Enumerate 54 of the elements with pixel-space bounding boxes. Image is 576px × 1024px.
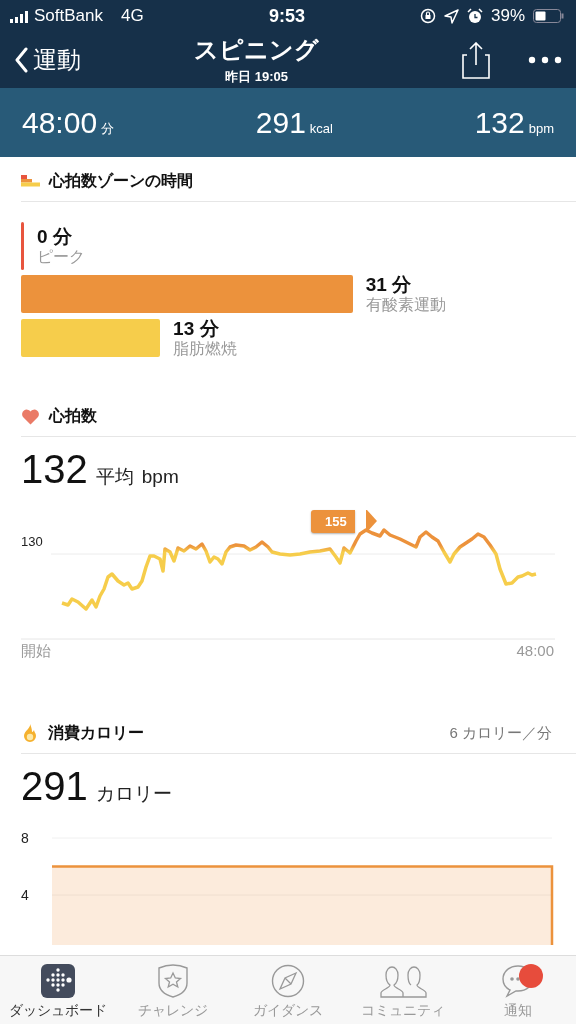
- tab-button[interactable]: コミュニティ: [345, 956, 461, 1024]
- calories-total: 291: [21, 764, 88, 810]
- peak-marker: 155: [311, 510, 355, 534]
- more-icon[interactable]: [528, 56, 562, 64]
- zone-minutes: 13 分: [173, 318, 220, 341]
- stat-unit: bpm: [528, 120, 554, 136]
- heart-icon: [21, 407, 40, 425]
- axis-tick-label: 4: [21, 887, 29, 904]
- share-icon[interactable]: [462, 41, 490, 79]
- zone-label: 有酸素運動: [365, 295, 446, 315]
- workout-time: 昨日 19:05: [225, 68, 288, 86]
- zone-minutes: 0 分: [37, 225, 73, 248]
- zones-icon: [21, 175, 40, 187]
- carrier-name: SoftBank: [34, 6, 103, 26]
- clock-time: 9:53: [269, 5, 305, 27]
- back-chevron-icon: [14, 47, 29, 73]
- network-type: 4G: [121, 6, 144, 26]
- zone-label: ピーク: [37, 247, 85, 267]
- rotation-lock-icon: [419, 8, 436, 24]
- back-link[interactable]: 運動: [14, 44, 81, 76]
- average-heart-rate: 132: [21, 447, 88, 493]
- axis-tick-label: 8: [21, 830, 29, 847]
- people-icon: [378, 964, 428, 998]
- screen-title: スピニング: [194, 35, 319, 65]
- axis-start-label: 開始: [21, 642, 51, 662]
- tab-button[interactable]: ダッシュボード: [0, 956, 116, 1024]
- section-title: 消費カロリー: [48, 722, 144, 743]
- flame-icon: [21, 723, 39, 744]
- stat-value: 48:00: [22, 105, 98, 140]
- signal-icon: [10, 9, 28, 23]
- axis-tick-label: 130: [21, 534, 43, 550]
- compass-icon: [271, 964, 305, 998]
- section-title: 心拍数ゾーンの時間: [49, 170, 193, 191]
- tab-button[interactable]: チャレンジ: [115, 956, 231, 1024]
- bpm-unit: bpm: [141, 466, 179, 489]
- stat-value: 291: [255, 105, 306, 140]
- stat-value: 132: [474, 105, 525, 140]
- battery-percent: 39%: [490, 6, 525, 26]
- calories-unit: カロリー: [95, 782, 172, 807]
- alarm-clock-icon: [466, 8, 483, 24]
- section-title: 心拍数: [49, 405, 97, 426]
- location-arrow-icon: [443, 8, 459, 24]
- axis-end-label: 48:00: [516, 642, 554, 662]
- zone-label: 脂肪燃焼: [173, 340, 238, 359]
- tab-button[interactable]: 通知: [460, 956, 576, 1024]
- star-shield-icon: [155, 964, 190, 998]
- average-label: 平均: [95, 465, 134, 490]
- zone-minutes: 31 分: [365, 274, 413, 296]
- stat-unit: kcal: [309, 120, 333, 136]
- pointer-icon: [366, 510, 377, 533]
- tab-button[interactable]: ガイダンス: [230, 956, 346, 1024]
- stat-unit: 分: [101, 119, 115, 138]
- battery-icon: [533, 9, 564, 23]
- calorie-rate: 6 カロリー／分: [449, 723, 552, 743]
